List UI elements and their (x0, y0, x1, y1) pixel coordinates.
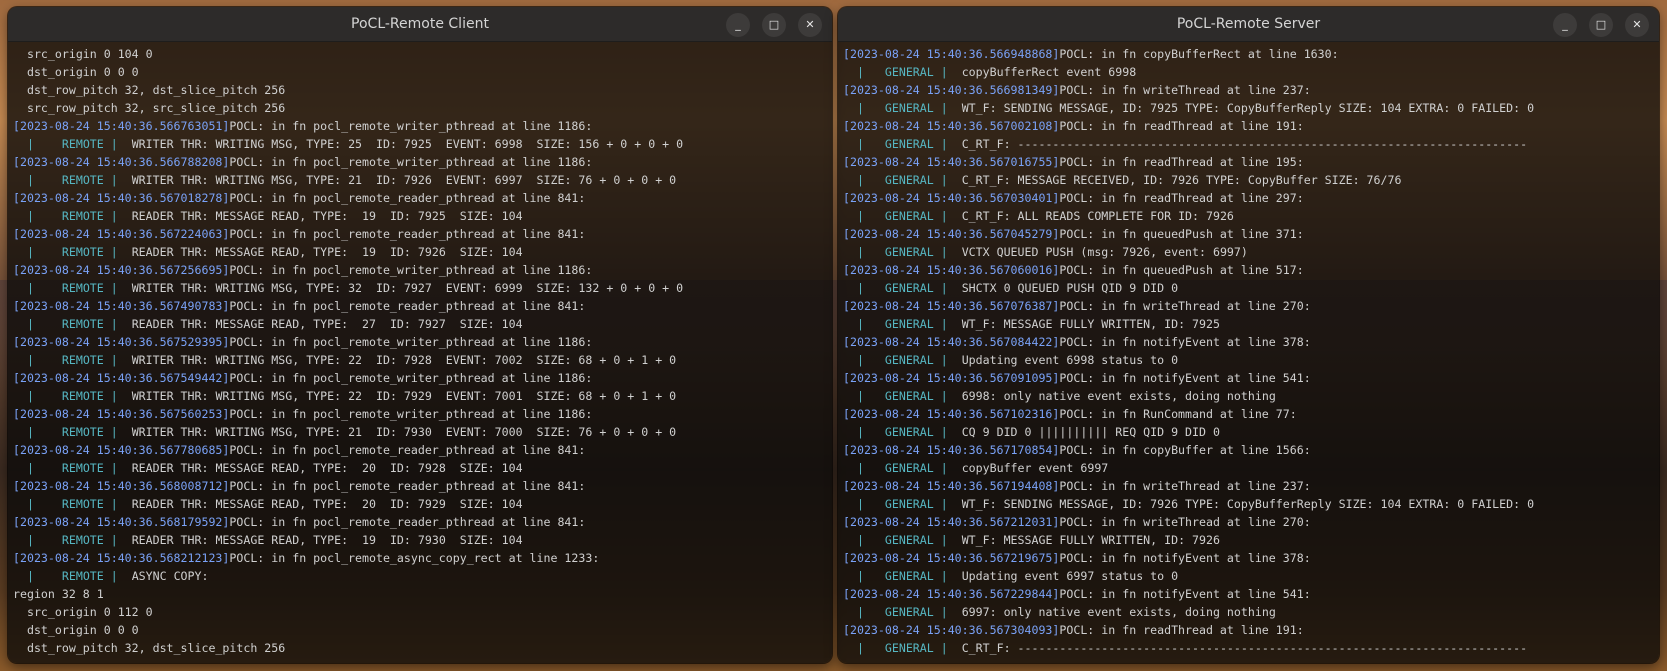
log-line: | GENERAL | C_RT_F: --------------------… (843, 641, 1528, 655)
log-line: | REMOTE | READER THR: MESSAGE READ, TYP… (13, 461, 523, 475)
log-line: [2023-08-24 15:40:36.567016755]POCL: in … (843, 155, 1304, 169)
log-line: | GENERAL | C_RT_F: MESSAGE RECEIVED, ID… (843, 173, 1402, 187)
terminal-output[interactable]: src_origin 0 104 0 dst_origin 0 0 0 dst_… (8, 42, 832, 657)
log-line: dst_row_pitch 32, dst_slice_pitch 256 (13, 641, 286, 655)
log-line: [2023-08-24 15:40:36.568212123]POCL: in … (13, 551, 600, 565)
log-line: [2023-08-24 15:40:36.567490783]POCL: in … (13, 299, 586, 313)
log-line: | GENERAL | C_RT_F: --------------------… (843, 137, 1528, 151)
window-title: PoCL-Remote Server (1176, 16, 1321, 32)
log-line: | GENERAL | WT_F: SENDING MESSAGE, ID: 7… (843, 101, 1535, 115)
server-titlebar[interactable]: PoCL-Remote Server _ □ ✕ (838, 7, 1659, 42)
log-line: dst_row_pitch 32, dst_slice_pitch 256 (13, 83, 286, 97)
log-line: [2023-08-24 15:40:36.567102316]POCL: in … (843, 407, 1297, 421)
log-line: region 32 8 1 (13, 587, 104, 601)
log-line: src_origin 0 104 0 (13, 47, 153, 61)
log-line: [2023-08-24 15:40:36.567549442]POCL: in … (13, 371, 593, 385)
log-line: src_row_pitch 32, src_slice_pitch 256 (13, 101, 286, 115)
log-line: [2023-08-24 15:40:36.567256695]POCL: in … (13, 263, 593, 277)
log-line: | REMOTE | WRITER THR: WRITING MSG, TYPE… (13, 353, 677, 367)
log-line: [2023-08-24 15:40:36.567030401]POCL: in … (843, 191, 1304, 205)
log-line: | REMOTE | READER THR: MESSAGE READ, TYP… (13, 533, 523, 547)
maximize-button[interactable]: □ (1589, 13, 1613, 37)
log-line: [2023-08-24 15:40:36.567212031]POCL: in … (843, 515, 1311, 529)
log-line: [2023-08-24 15:40:36.567060016]POCL: in … (843, 263, 1304, 277)
log-line: [2023-08-24 15:40:36.567084422]POCL: in … (843, 335, 1311, 349)
log-line: | REMOTE | WRITER THR: WRITING MSG, TYPE… (13, 425, 677, 439)
terminal-output[interactable]: [2023-08-24 15:40:36.566948868]POCL: in … (838, 42, 1659, 657)
log-line: | REMOTE | WRITER THR: WRITING MSG, TYPE… (13, 281, 684, 295)
maximize-button[interactable]: □ (762, 13, 786, 37)
window-title: PoCL-Remote Client (351, 16, 489, 32)
log-line: | REMOTE | ASYNC COPY: (13, 569, 209, 583)
log-line: [2023-08-24 15:40:36.567194408]POCL: in … (843, 479, 1311, 493)
log-line: | GENERAL | SHCTX 0 QUEUED PUSH QID 9 DI… (843, 281, 1179, 295)
log-line: | REMOTE | WRITER THR: WRITING MSG, TYPE… (13, 173, 677, 187)
log-line: [2023-08-24 15:40:36.567224063]POCL: in … (13, 227, 586, 241)
log-line: [2023-08-24 15:40:36.566763051]POCL: in … (13, 119, 593, 133)
log-line: | GENERAL | WT_F: MESSAGE FULLY WRITTEN,… (843, 317, 1220, 331)
log-line: | GENERAL | WT_F: MESSAGE FULLY WRITTEN,… (843, 533, 1220, 547)
log-line: [2023-08-24 15:40:36.567780685]POCL: in … (13, 443, 586, 457)
log-line: [2023-08-24 15:40:36.566788208]POCL: in … (13, 155, 593, 169)
log-line: [2023-08-24 15:40:36.567560253]POCL: in … (13, 407, 593, 421)
client-terminal-window[interactable]: PoCL-Remote Client _ □ ✕ src_origin 0 10… (8, 7, 832, 663)
log-line: [2023-08-24 15:40:36.567045279]POCL: in … (843, 227, 1304, 241)
log-line: | REMOTE | READER THR: MESSAGE READ, TYP… (13, 245, 523, 259)
log-line: [2023-08-24 15:40:36.566981349]POCL: in … (843, 83, 1311, 97)
log-line: src_origin 0 112 0 (13, 605, 153, 619)
log-line: dst_origin 0 0 0 (13, 65, 139, 79)
log-line: | GENERAL | copyBuffer event 6997 (843, 461, 1109, 475)
log-line: [2023-08-24 15:40:36.567304093]POCL: in … (843, 623, 1304, 637)
log-line: [2023-08-24 15:40:36.567018278]POCL: in … (13, 191, 586, 205)
log-line: | REMOTE | READER THR: MESSAGE READ, TYP… (13, 317, 523, 331)
minimize-button[interactable]: _ (1553, 13, 1577, 37)
log-line: | GENERAL | WT_F: SENDING MESSAGE, ID: 7… (843, 497, 1535, 511)
log-line: [2023-08-24 15:40:36.567091095]POCL: in … (843, 371, 1311, 385)
log-line: [2023-08-24 15:40:36.568008712]POCL: in … (13, 479, 586, 493)
log-line: dst_origin 0 0 0 (13, 623, 139, 637)
log-line: | REMOTE | READER THR: MESSAGE READ, TYP… (13, 209, 523, 223)
close-button[interactable]: ✕ (798, 13, 822, 37)
client-titlebar[interactable]: PoCL-Remote Client _ □ ✕ (8, 7, 832, 42)
log-line: | REMOTE | WRITER THR: WRITING MSG, TYPE… (13, 137, 684, 151)
log-line: | GENERAL | Updating event 6998 status t… (843, 353, 1179, 367)
log-line: | GENERAL | C_RT_F: ALL READS COMPLETE F… (843, 209, 1234, 223)
log-line: | REMOTE | READER THR: MESSAGE READ, TYP… (13, 497, 523, 511)
log-line: [2023-08-24 15:40:36.567076387]POCL: in … (843, 299, 1311, 313)
log-line: [2023-08-24 15:40:36.568179592]POCL: in … (13, 515, 586, 529)
log-line: | REMOTE | WRITER THR: WRITING MSG, TYPE… (13, 389, 677, 403)
log-line: [2023-08-24 15:40:36.567229844]POCL: in … (843, 587, 1311, 601)
log-line: | GENERAL | 6997: only native event exis… (843, 605, 1276, 619)
close-button[interactable]: ✕ (1625, 13, 1649, 37)
log-line: [2023-08-24 15:40:36.567219675]POCL: in … (843, 551, 1311, 565)
log-line: | GENERAL | copyBufferRect event 6998 (843, 65, 1137, 79)
minimize-button[interactable]: _ (726, 13, 750, 37)
log-line: [2023-08-24 15:40:36.567002108]POCL: in … (843, 119, 1304, 133)
log-line: [2023-08-24 15:40:36.567529395]POCL: in … (13, 335, 593, 349)
log-line: [2023-08-24 15:40:36.567170854]POCL: in … (843, 443, 1311, 457)
log-line: [2023-08-24 15:40:36.566948868]POCL: in … (843, 47, 1339, 61)
log-line: | GENERAL | VCTX QUEUED PUSH (msg: 7926,… (843, 245, 1248, 259)
log-line: | GENERAL | Updating event 6997 status t… (843, 569, 1179, 583)
server-terminal-window[interactable]: PoCL-Remote Server _ □ ✕ [2023-08-24 15:… (838, 7, 1659, 663)
log-line: | GENERAL | CQ 9 DID 0 |||||||||| REQ QI… (843, 425, 1220, 439)
log-line: | GENERAL | 6998: only native event exis… (843, 389, 1276, 403)
